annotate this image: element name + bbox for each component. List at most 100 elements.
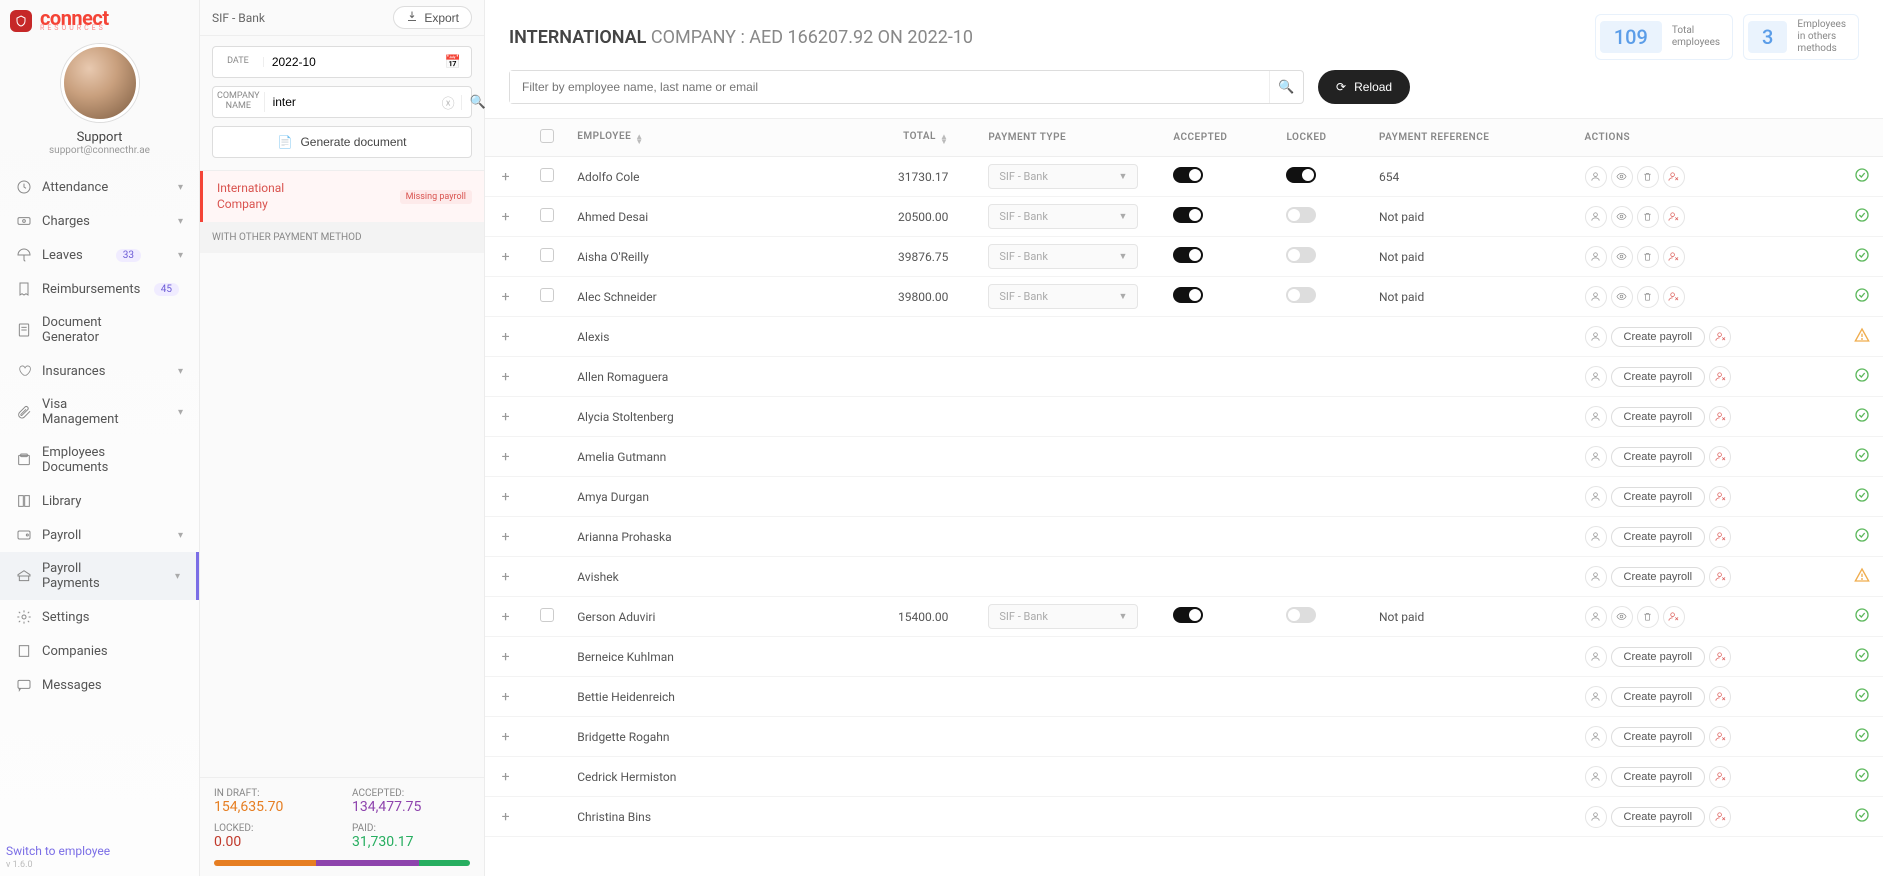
delete-icon-button[interactable]	[1637, 286, 1659, 308]
expand-icon[interactable]: +	[502, 689, 510, 705]
user-icon-button[interactable]	[1585, 526, 1607, 548]
expand-icon[interactable]: +	[502, 289, 510, 305]
nav-visa-management[interactable]: VisaManagement ▾	[0, 388, 199, 436]
view-icon-button[interactable]	[1611, 606, 1633, 628]
user-icon-button[interactable]	[1585, 646, 1607, 668]
nav-messages[interactable]: Messages	[0, 668, 199, 702]
company-input[interactable]: COMPANYNAME ⓧ 🔍	[212, 86, 472, 118]
remove-user-icon-button[interactable]	[1709, 766, 1731, 788]
locked-toggle[interactable]	[1286, 167, 1316, 183]
remove-user-icon-button[interactable]	[1663, 606, 1685, 628]
expand-icon[interactable]: +	[502, 489, 510, 505]
create-payroll-button[interactable]: Create payroll	[1611, 687, 1705, 707]
expand-icon[interactable]: +	[502, 169, 510, 185]
payment-type-select[interactable]: SIF - Bank▼	[988, 284, 1138, 309]
row-checkbox[interactable]	[540, 248, 554, 262]
remove-user-icon-button[interactable]	[1709, 726, 1731, 748]
remove-user-icon-button[interactable]	[1663, 166, 1685, 188]
create-payroll-button[interactable]: Create payroll	[1611, 527, 1705, 547]
calendar-icon[interactable]: 📅	[435, 55, 471, 70]
remove-user-icon-button[interactable]	[1663, 286, 1685, 308]
user-icon-button[interactable]	[1585, 246, 1607, 268]
view-icon-button[interactable]	[1611, 246, 1633, 268]
delete-icon-button[interactable]	[1637, 246, 1659, 268]
user-icon-button[interactable]	[1585, 806, 1607, 828]
user-icon-button[interactable]	[1585, 166, 1607, 188]
export-button[interactable]: Export	[393, 6, 472, 29]
expand-icon[interactable]: +	[502, 809, 510, 825]
remove-user-icon-button[interactable]	[1709, 446, 1731, 468]
user-icon-button[interactable]	[1585, 726, 1607, 748]
remove-user-icon-button[interactable]	[1663, 206, 1685, 228]
switch-to-employee-link[interactable]: Switch to employee	[0, 834, 199, 860]
create-payroll-button[interactable]: Create payroll	[1611, 807, 1705, 827]
create-payroll-button[interactable]: Create payroll	[1611, 367, 1705, 387]
locked-toggle[interactable]	[1286, 607, 1316, 623]
expand-icon[interactable]: +	[502, 369, 510, 385]
accepted-toggle[interactable]	[1173, 607, 1203, 623]
nav-leaves[interactable]: Leaves 33 ▾	[0, 238, 199, 272]
create-payroll-button[interactable]: Create payroll	[1611, 767, 1705, 787]
checkbox-all[interactable]	[540, 129, 554, 143]
generate-document-button[interactable]: 📄 Generate document	[212, 126, 472, 158]
expand-icon[interactable]: +	[502, 249, 510, 265]
remove-user-icon-button[interactable]	[1709, 646, 1731, 668]
remove-user-icon-button[interactable]	[1709, 526, 1731, 548]
expand-icon[interactable]: +	[502, 649, 510, 665]
user-icon-button[interactable]	[1585, 446, 1607, 468]
row-checkbox[interactable]	[540, 608, 554, 622]
user-icon-button[interactable]	[1585, 286, 1607, 308]
create-payroll-button[interactable]: Create payroll	[1611, 727, 1705, 747]
nav-insurances[interactable]: Insurances ▾	[0, 354, 199, 388]
expand-icon[interactable]: +	[502, 409, 510, 425]
date-input[interactable]: DATE 📅	[212, 46, 472, 78]
remove-user-icon-button[interactable]	[1709, 406, 1731, 428]
accepted-toggle[interactable]	[1173, 167, 1203, 183]
expand-icon[interactable]: +	[502, 569, 510, 585]
create-payroll-button[interactable]: Create payroll	[1611, 647, 1705, 667]
company-card[interactable]: InternationalCompany Missing payroll	[200, 171, 484, 222]
user-icon-button[interactable]	[1585, 206, 1607, 228]
col-employee[interactable]: EMPLOYEE▲▼	[567, 119, 855, 157]
expand-icon[interactable]: +	[502, 449, 510, 465]
remove-user-icon-button[interactable]	[1663, 246, 1685, 268]
delete-icon-button[interactable]	[1637, 206, 1659, 228]
sort-icon[interactable]: ▲▼	[940, 135, 948, 145]
sort-icon[interactable]: ▲▼	[635, 135, 643, 145]
row-checkbox[interactable]	[540, 208, 554, 222]
remove-user-icon-button[interactable]	[1709, 486, 1731, 508]
create-payroll-button[interactable]: Create payroll	[1611, 407, 1705, 427]
nav-charges[interactable]: Charges ▾	[0, 204, 199, 238]
employee-table[interactable]: EMPLOYEE▲▼ TOTAL▲▼ PAYMENT TYPE ACCEPTED…	[485, 119, 1883, 876]
nav-library[interactable]: Library	[0, 484, 199, 518]
create-payroll-button[interactable]: Create payroll	[1611, 327, 1705, 347]
nav-settings[interactable]: Settings	[0, 600, 199, 634]
nav-document-generator[interactable]: DocumentGenerator	[0, 306, 199, 354]
remove-user-icon-button[interactable]	[1709, 806, 1731, 828]
expand-icon[interactable]: +	[502, 729, 510, 745]
search-button[interactable]: 🔍	[1269, 71, 1303, 103]
view-icon-button[interactable]	[1611, 206, 1633, 228]
create-payroll-button[interactable]: Create payroll	[1611, 447, 1705, 467]
user-icon-button[interactable]	[1585, 406, 1607, 428]
row-checkbox[interactable]	[540, 168, 554, 182]
locked-toggle[interactable]	[1286, 287, 1316, 303]
nav-payroll-payments[interactable]: PayrollPayments ▾	[0, 552, 199, 600]
payment-type-select[interactable]: SIF - Bank▼	[988, 604, 1138, 629]
remove-user-icon-button[interactable]	[1709, 326, 1731, 348]
user-icon-button[interactable]	[1585, 486, 1607, 508]
date-field[interactable]	[264, 55, 435, 69]
locked-toggle[interactable]	[1286, 207, 1316, 223]
create-payroll-button[interactable]: Create payroll	[1611, 487, 1705, 507]
delete-icon-button[interactable]	[1637, 606, 1659, 628]
nav-reimbursements[interactable]: Reimbursements 45	[0, 272, 199, 306]
delete-icon-button[interactable]	[1637, 166, 1659, 188]
nav-attendance[interactable]: Attendance ▾	[0, 170, 199, 204]
user-icon-button[interactable]	[1585, 566, 1607, 588]
accepted-toggle[interactable]	[1173, 247, 1203, 263]
view-icon-button[interactable]	[1611, 286, 1633, 308]
payment-type-select[interactable]: SIF - Bank▼	[988, 244, 1138, 269]
nav-payroll[interactable]: Payroll ▾	[0, 518, 199, 552]
search-input[interactable]	[510, 71, 1269, 103]
create-payroll-button[interactable]: Create payroll	[1611, 567, 1705, 587]
